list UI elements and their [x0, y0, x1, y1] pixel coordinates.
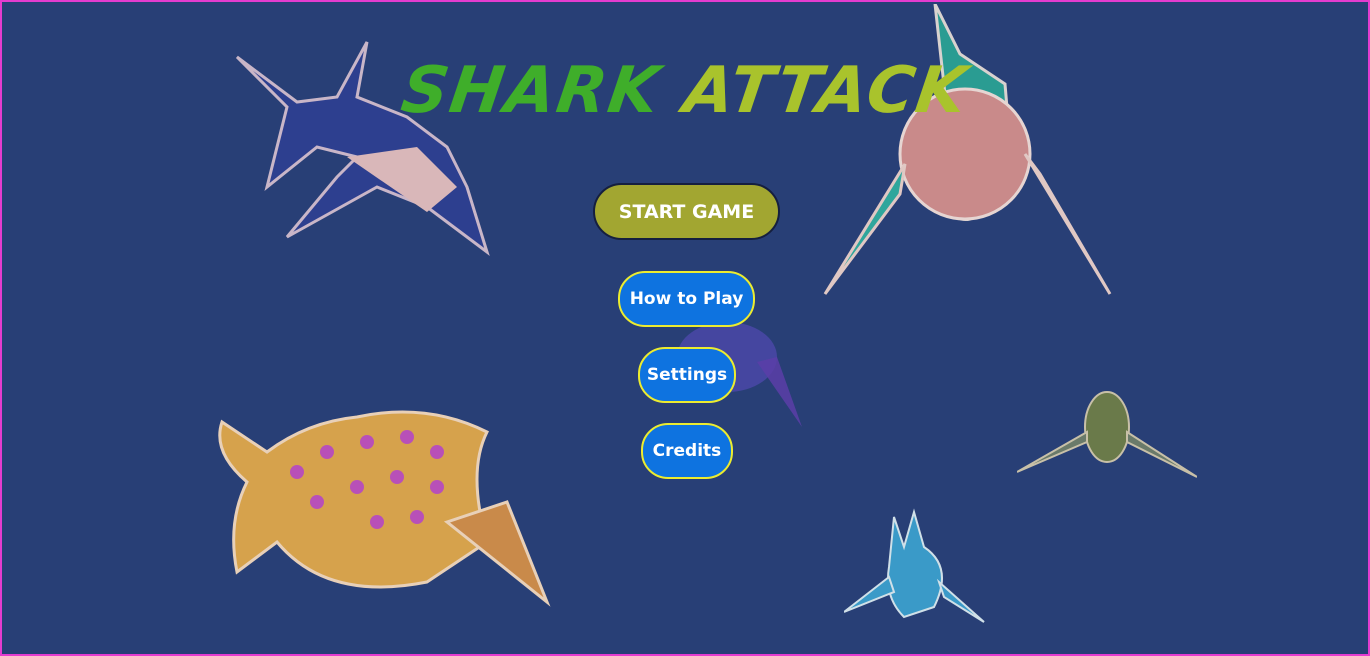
- title-word-shark: SHARK: [396, 54, 666, 128]
- game-menu-screen: SHARK ATTACK START GAME How to Play Sett…: [0, 0, 1370, 656]
- how-to-play-button[interactable]: How to Play: [618, 271, 755, 327]
- small-fish-sprite: [1017, 391, 1197, 478]
- start-game-button[interactable]: START GAME: [593, 183, 780, 240]
- blue-shark-sprite: [844, 508, 985, 623]
- settings-button[interactable]: Settings: [638, 347, 736, 403]
- credits-button[interactable]: Credits: [641, 423, 733, 479]
- whale-shark-sprite: [823, 4, 1112, 295]
- pufferfish-sprite: [218, 410, 551, 607]
- title-word-attack: ATTACK: [679, 54, 974, 128]
- game-title: SHARK ATTACK: [2, 54, 1368, 128]
